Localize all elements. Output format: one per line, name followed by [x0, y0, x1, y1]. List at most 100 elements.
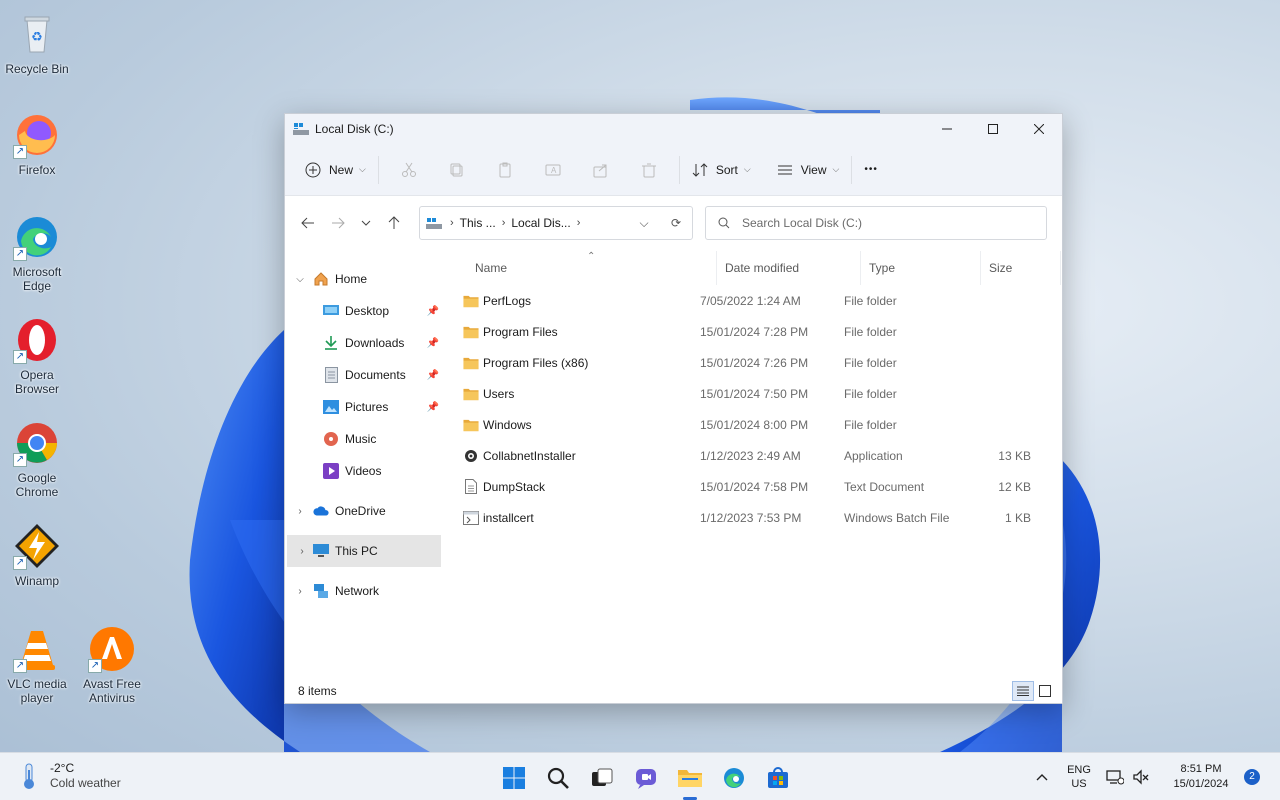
file-name-cell: DumpStack: [445, 479, 692, 495]
weather-widget[interactable]: -2°C Cold weather: [18, 761, 121, 791]
nav-item-this-pc[interactable]: › This PC: [287, 535, 441, 567]
sort-button[interactable]: Sort ⌵: [686, 154, 757, 186]
search-button[interactable]: [536, 761, 580, 795]
desktop-icon-label: Microsoft Edge: [12, 265, 62, 293]
desktop-icon-edge[interactable]: ↗ Microsoft Edge: [1, 213, 73, 293]
file-row[interactable]: Windows 15/01/2024 8:00 PM File folder: [445, 409, 1062, 440]
desktop-icon-firefox[interactable]: ↗ Firefox: [1, 111, 73, 177]
computer-icon: [313, 544, 329, 557]
language-code: ENG: [1067, 764, 1091, 776]
file-row[interactable]: installcert 1/12/2023 7:53 PM Windows Batc…: [445, 502, 1062, 533]
rename-button[interactable]: A: [529, 154, 577, 186]
file-explorer-window[interactable]: Local Disk (C:) New ⌵ A Sort ⌵ View ⌵ ••…: [284, 113, 1063, 704]
volume-button[interactable]: [1128, 769, 1154, 785]
chevron-right-icon[interactable]: ›: [297, 546, 307, 557]
toolbar-divider: [851, 155, 853, 184]
column-name[interactable]: Name: [445, 251, 717, 285]
file-size: 13 KB: [998, 448, 1031, 463]
file-explorer-taskbar-button[interactable]: [668, 761, 712, 800]
desktop-icon-recycle-bin[interactable]: ♻ Recycle Bin: [1, 10, 73, 76]
nav-item-onedrive[interactable]: › OneDrive: [285, 495, 443, 527]
window-title: Local Disk (C:): [315, 122, 394, 136]
desktop-icon-opera[interactable]: ↗ Opera Browser: [1, 316, 73, 396]
close-button[interactable]: [1016, 114, 1062, 144]
view-button[interactable]: View ⌵: [771, 154, 846, 186]
nav-item-network[interactable]: › Network: [285, 575, 443, 607]
file-name: PerfLogs: [483, 293, 532, 308]
chevron-down-icon[interactable]: ⌵: [295, 274, 305, 285]
nav-item-music[interactable]: Music: [285, 423, 443, 455]
chevron-right-icon[interactable]: ›: [295, 586, 305, 597]
folder-icon: [463, 417, 479, 433]
desktop-icon-winamp[interactable]: ↗ Winamp: [1, 522, 73, 588]
breadcrumb-this-pc[interactable]: This ...: [460, 216, 496, 230]
address-bar[interactable]: › This ... › Local Dis... › ⌵ ⟳: [419, 206, 693, 240]
details-view-button[interactable]: [1012, 681, 1034, 701]
copy-button[interactable]: [433, 154, 481, 186]
recent-locations-button[interactable]: [353, 208, 379, 238]
clock-date: 15/01/2024: [1173, 778, 1229, 790]
file-name: Program Files: [483, 324, 558, 339]
documents-icon: [324, 367, 338, 383]
column-type[interactable]: Type: [861, 251, 981, 285]
paste-button[interactable]: [481, 154, 529, 186]
desktop-icon-chrome[interactable]: ↗ Google Chrome: [1, 419, 73, 499]
delete-button[interactable]: [625, 154, 673, 186]
file-row[interactable]: DumpStack 15/01/2024 7:58 PM Text Document…: [445, 471, 1062, 502]
chevron-up-icon: [1036, 774, 1048, 781]
new-label: New: [329, 162, 354, 177]
column-label: Size: [989, 261, 1013, 275]
search-input[interactable]: Search Local Disk (C:): [705, 206, 1047, 240]
show-hidden-icons-button[interactable]: [1028, 770, 1056, 784]
file-row[interactable]: PerfLogs 7/05/2022 1:24 AM File folder: [445, 285, 1062, 316]
store-taskbar-button[interactable]: [756, 761, 800, 795]
file-row[interactable]: CollabnetInstaller 1/12/2023 2:49 AM Appli…: [445, 440, 1062, 471]
chat-button[interactable]: [624, 761, 668, 795]
network-status-button[interactable]: [1102, 769, 1128, 785]
edge-taskbar-button[interactable]: [712, 761, 756, 795]
desktop-icon-label: Firefox: [18, 163, 56, 177]
nav-item-downloads[interactable]: Downloads 📌: [285, 327, 443, 359]
more-options-button[interactable]: •••: [858, 154, 884, 186]
new-button[interactable]: New ⌵: [299, 154, 372, 186]
minimize-button[interactable]: [924, 114, 970, 144]
cut-button[interactable]: [385, 154, 433, 186]
file-date: 1/12/2023 2:49 AM: [700, 448, 801, 463]
up-button[interactable]: [379, 208, 409, 238]
large-icons-view-button[interactable]: [1034, 681, 1056, 701]
task-view-button[interactable]: [580, 761, 624, 795]
nav-item-home[interactable]: ⌵ Home: [285, 263, 443, 295]
address-dropdown-icon[interactable]: ⌵: [628, 216, 660, 231]
details-view-icon: [1017, 686, 1029, 696]
breadcrumb-local-disk[interactable]: Local Dis...: [511, 216, 570, 230]
chevron-right-icon[interactable]: ›: [295, 506, 305, 517]
pin-icon: 📌: [426, 369, 439, 381]
nav-item-pictures[interactable]: Pictures 📌: [285, 391, 443, 423]
clock[interactable]: 8:51 PM 15/01/2024: [1162, 762, 1240, 792]
desktop-icon-vlc[interactable]: ↗ VLC media player: [1, 625, 73, 705]
region-code: US: [1071, 778, 1087, 790]
nav-item-videos[interactable]: Videos: [285, 455, 443, 487]
forward-button[interactable]: [323, 208, 353, 238]
refresh-icon[interactable]: ⟳: [660, 216, 692, 230]
input-language-button[interactable]: ENG US: [1056, 763, 1102, 791]
back-button[interactable]: [293, 208, 323, 238]
file-row[interactable]: Users 15/01/2024 7:50 PM File folder: [445, 378, 1062, 409]
maximize-button[interactable]: [970, 114, 1016, 144]
explorer-body: ⌵ Home Desktop 📌 Downloads 📌 Documents 📌: [285, 251, 1062, 703]
nav-label: Pictures: [345, 400, 389, 414]
column-size[interactable]: Size: [981, 251, 1061, 285]
file-row[interactable]: Program Files 15/01/2024 7:28 PM File fold…: [445, 316, 1062, 347]
desktop-icon-avast[interactable]: ↗ Avast Free Antivirus: [76, 625, 148, 705]
nav-item-desktop[interactable]: Desktop 📌: [285, 295, 443, 327]
nav-item-documents[interactable]: Documents 📌: [285, 359, 443, 391]
start-button[interactable]: [492, 761, 536, 795]
column-date-modified[interactable]: Date modified: [717, 251, 861, 285]
notification-badge[interactable]: 2: [1244, 769, 1260, 785]
toolbar-divider: [678, 155, 680, 184]
pin-icon: 📌: [426, 305, 439, 317]
share-button[interactable]: [577, 154, 625, 186]
file-row[interactable]: Program Files (x86) 15/01/2024 7:26 PM Fil…: [445, 347, 1062, 378]
column-label: Type: [869, 261, 896, 275]
title-bar[interactable]: Local Disk (C:): [285, 114, 1062, 144]
